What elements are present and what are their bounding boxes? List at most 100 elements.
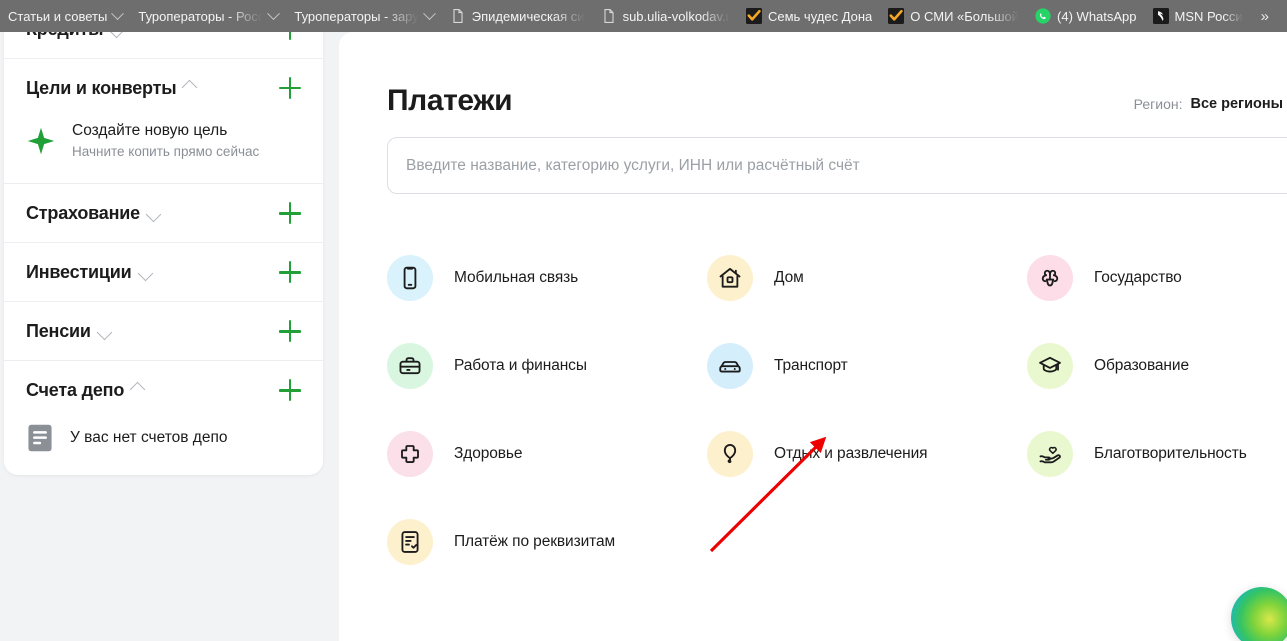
bookmark-item[interactable]: sub.ulia-volkodav.r [593,0,738,32]
add-button[interactable] [279,261,301,284]
add-button[interactable] [279,32,301,40]
sidebar-section: Страхование [4,184,323,244]
chevron-down-icon [111,6,125,20]
sidebar-section-header[interactable]: Инвестиции [4,243,323,301]
sidebar-list-item[interactable]: У вас нет счетов депо [4,419,323,475]
bookmark-item[interactable]: (4) WhatsApp [1027,0,1144,32]
sidebar-section-header[interactable]: Кредиты [4,32,323,58]
search-input[interactable] [388,138,1248,193]
browser-bookmarks-bar[interactable]: Статьи и советы Туроператоры - Росс Туропе… [0,0,1287,32]
add-button[interactable] [279,320,301,343]
payment-category-label: Мобильная связь [454,269,579,286]
payment-category-label: Отдых и развлечения [774,445,928,462]
checkmark-icon [888,8,905,24]
bookmark-item[interactable]: Туроператоры - Росс [130,0,286,32]
checkmark-icon [745,8,762,24]
sidebar-list-item-title: Создайте новую цель [72,122,228,139]
add-button[interactable] [279,379,301,402]
bookmark-item[interactable]: Туроператоры - зару [286,0,441,32]
assistant-chat-bubble[interactable] [1231,587,1287,641]
bookmark-item[interactable]: MSN Росси [1145,0,1251,32]
sidebar-section-header[interactable]: Счета депо [4,361,323,419]
sidebar-section: Цели и конверты Создайте новую цель Начнит… [4,59,323,185]
eagle-icon [1027,255,1073,301]
chevron-down-icon[interactable] [145,206,162,222]
sidebar-section-title: Инвестиции [26,261,132,282]
payment-category-label: Благотворительность [1094,445,1247,462]
chevron-up-icon[interactable] [129,381,146,397]
sidebar-list-item-subtitle: Начните копить прямо сейчас [72,143,260,159]
payment-category[interactable]: Дом [707,234,1027,322]
bookmark-item[interactable]: Статьи и советы [0,0,130,32]
chevron-down-icon[interactable] [137,265,153,281]
sidebar-section: Инвестиции [4,243,323,303]
sidebar-list-item[interactable]: Создайте новую цель Начните копить прямо … [4,117,323,183]
payment-category[interactable]: Отдых и развлечения [707,410,1027,498]
region-selector[interactable]: Регион: Все регионы [1134,96,1287,118]
payment-category[interactable]: Работа и финансы [387,322,707,410]
sidebar-section-header[interactable]: Пенсии [4,302,323,360]
sidebar-list-item-title: У вас нет счетов депо [70,428,228,446]
msn-icon [1152,8,1169,24]
payment-category-label: Здоровье [454,445,523,462]
bookmark-item[interactable]: Семь чудес Дона [738,0,880,32]
smartphone-icon [387,255,433,301]
chevron-down-icon[interactable] [96,324,113,340]
other-bookmarks-button[interactable]: Друг [1279,0,1287,32]
payment-category-label: Транспорт [774,357,848,374]
bookmark-label: Туроператоры - зару [294,8,419,24]
balloon-icon [707,431,753,477]
bookmark-label: (4) WhatsApp [1057,8,1137,24]
chevron-down-icon[interactable] [109,32,125,38]
sidebar-section-title: Кредиты [26,32,103,40]
page-viewport: Кредиты Цели и конверты Создайте новую цел… [0,32,1287,641]
main-header: Платежи Регион: Все регионы [387,32,1287,118]
payment-category-label: Образование [1094,357,1189,374]
payment-category-label: Платёж по реквизитам [454,533,616,550]
sidebar-section: Кредиты [4,32,323,59]
whatsapp-icon [1035,8,1051,24]
sidebar-section: Счета депо У вас нет счетов депо [4,361,323,475]
payment-category-label: Государство [1094,269,1182,286]
payment-category[interactable]: Мобильная связь [387,234,707,322]
payment-category[interactable]: Платёж по реквизитам [387,498,707,586]
payment-category[interactable]: Благотворительность [1027,410,1287,498]
chevron-up-icon[interactable] [182,79,198,95]
medical-cross-icon [387,431,433,477]
graduation-icon [1027,343,1073,389]
main-content: Платежи Регион: Все регионы Мобильная св… [339,32,1287,641]
payment-category[interactable]: Транспорт [707,322,1027,410]
sparkle-icon [26,126,56,156]
briefcase-icon [387,343,433,389]
payment-categories-grid: Мобильная связь Дом Государство Работа и фи… [387,234,1287,586]
page-icon [450,8,466,24]
region-label: Регион: [1133,96,1183,112]
bookmark-label: О СМИ «Большой [910,8,1020,24]
bookmark-label: Семь чудес Дона [767,8,873,24]
bookmark-item[interactable]: О СМИ «Большой [880,0,1027,32]
sidebar-section: Пенсии [4,302,323,362]
search-field[interactable] [387,137,1287,194]
sidebar: Кредиты Цели и конверты Создайте новую цел… [4,32,323,476]
house-icon [707,255,753,301]
bookmark-item[interactable]: Эпидемическая си [442,0,593,32]
page-title: Платежи [387,84,513,117]
payment-category[interactable]: Государство [1027,234,1287,322]
sidebar-section-title: Страхование [26,202,140,223]
bookmark-label: Статьи и советы [8,8,108,24]
payment-category-label: Работа и финансы [454,357,587,374]
add-button[interactable] [279,202,301,225]
sidebar-section-title: Цели и конверты [26,77,177,98]
chevron-down-icon [267,6,281,20]
sidebar-section-title: Пенсии [26,320,91,341]
payment-category-label: Дом [774,269,804,286]
chevron-down-icon [422,6,436,20]
sidebar-section-header[interactable]: Цели и конверты [4,59,323,117]
bookmark-label: sub.ulia-volkodav.r [622,8,730,24]
sidebar-section-header[interactable]: Страхование [4,184,323,242]
add-button[interactable] [279,77,301,99]
payment-category[interactable]: Здоровье [387,410,707,498]
bookmarks-overflow-button[interactable]: » [1251,0,1279,32]
payment-category[interactable]: Образование [1027,322,1287,410]
bookmark-label: Туроператоры - Росс [138,8,264,24]
